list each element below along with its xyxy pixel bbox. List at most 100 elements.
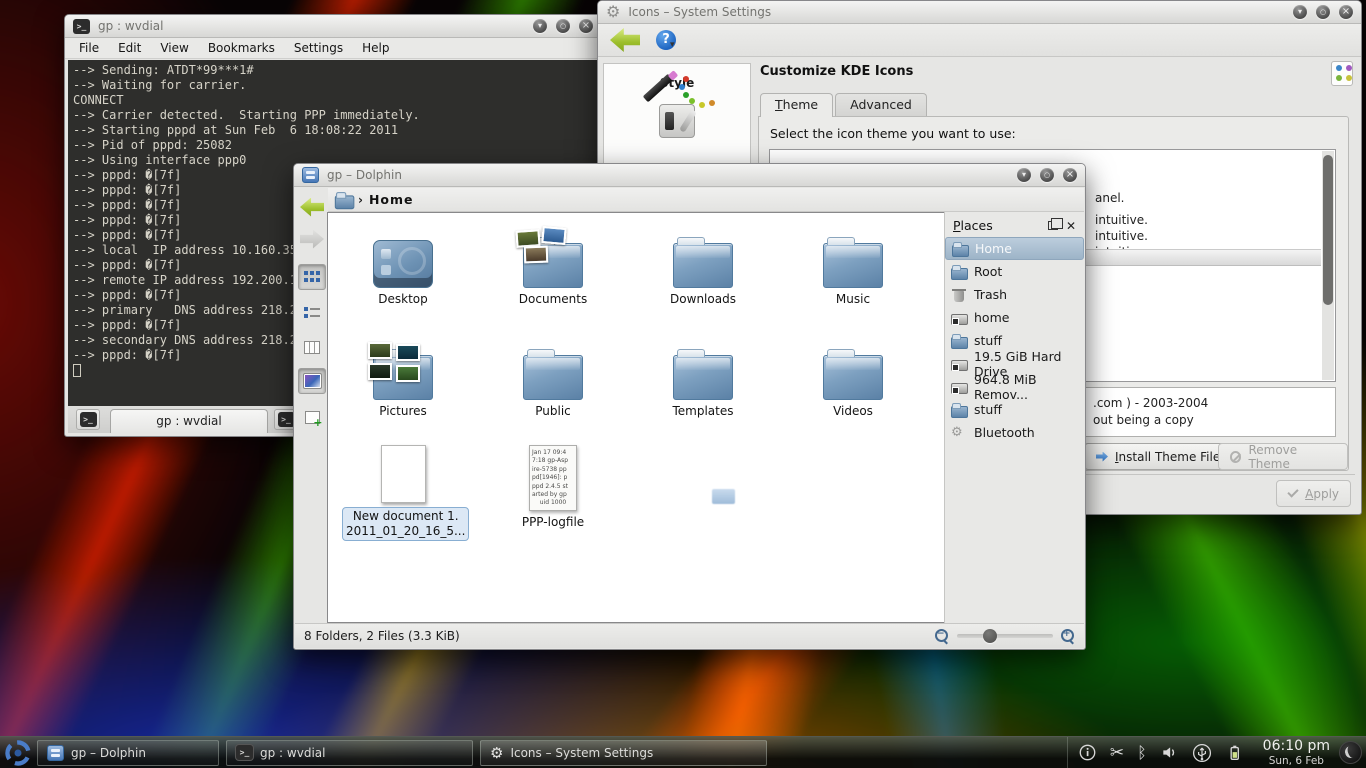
bluetooth-icon[interactable]: ᛒ xyxy=(1137,744,1147,762)
folder-view[interactable]: Desktop Documents Downloads Music xyxy=(327,212,945,623)
zoom-in-icon[interactable]: + xyxy=(1061,629,1075,643)
clock-date: Sun, 6 Feb xyxy=(1263,755,1330,767)
folder-item-music[interactable]: Music xyxy=(798,224,908,306)
folder-item-documents[interactable]: Documents xyxy=(498,224,608,306)
scrollbar[interactable] xyxy=(1322,151,1334,380)
battery-icon[interactable] xyxy=(1225,743,1244,762)
minimize-button[interactable] xyxy=(1017,168,1031,182)
konsole-icon: >_ xyxy=(236,745,253,760)
place-trash[interactable]: Trash xyxy=(945,283,1084,306)
close-button[interactable] xyxy=(1063,168,1077,182)
dolphin-title: gp – Dolphin xyxy=(327,168,402,182)
task-wvdial[interactable]: >_ gp : wvdial xyxy=(226,740,473,766)
terminal-tab[interactable]: gp : wvdial xyxy=(110,409,268,433)
breadcrumb-home[interactable]: Home xyxy=(369,192,414,207)
removable-drive-icon xyxy=(951,380,967,394)
menu-settings[interactable]: Settings xyxy=(294,41,343,55)
place-home-partition[interactable]: home xyxy=(945,306,1084,329)
close-button[interactable] xyxy=(1339,5,1353,19)
hardware-icon[interactable] xyxy=(659,104,695,138)
notifications-info-icon[interactable] xyxy=(1078,743,1097,762)
dolphin-statusbar: 8 Folders, 2 Files (3.3 KiB) − + xyxy=(295,623,1084,648)
system-settings-titlebar[interactable]: ⚙ Icons – System Settings xyxy=(598,1,1361,24)
tab-theme[interactable]: Theme xyxy=(760,93,833,117)
sidebar-item-style[interactable]: Style xyxy=(604,64,750,90)
folder-icon xyxy=(951,334,967,348)
minimize-button[interactable] xyxy=(1293,5,1307,19)
back-icon xyxy=(300,198,324,217)
close-panel-icon[interactable]: ✕ xyxy=(1066,221,1076,231)
dolphin-icon xyxy=(47,745,64,761)
usb-device-notifier-icon[interactable] xyxy=(1192,743,1212,763)
forward-button[interactable] xyxy=(298,226,326,252)
folder-item-videos[interactable]: Videos xyxy=(798,336,908,418)
place-removable[interactable]: 964.8 MiB Remov... xyxy=(945,375,1084,398)
maximize-button[interactable] xyxy=(1040,168,1054,182)
split-view-button[interactable] xyxy=(298,404,326,430)
menu-file[interactable]: File xyxy=(79,41,99,55)
preview-button[interactable] xyxy=(298,368,326,394)
tab-advanced[interactable]: Advanced xyxy=(835,93,927,116)
columns-view-button[interactable] xyxy=(298,334,326,360)
dot-icon xyxy=(1336,65,1342,71)
terminal-tab-icon: >_ xyxy=(80,412,97,427)
minimize-button[interactable] xyxy=(533,19,547,33)
task-dolphin[interactable]: gp – Dolphin xyxy=(37,740,219,766)
icons-view-icon xyxy=(304,271,320,283)
scrollbar-thumb[interactable] xyxy=(1323,155,1333,305)
folder-item-downloads[interactable]: Downloads xyxy=(648,224,758,306)
back-button[interactable] xyxy=(298,194,326,220)
trash-icon xyxy=(951,288,967,302)
dolphin-window: gp – Dolphin › Home Desktop xyxy=(293,163,1086,650)
folder-icon xyxy=(673,243,733,288)
volume-icon[interactable] xyxy=(1160,743,1179,762)
dot-icon xyxy=(1346,75,1352,81)
apply-button[interactable]: Apply xyxy=(1276,480,1351,507)
icon-preview-widget[interactable] xyxy=(1331,61,1353,86)
status-text: 8 Folders, 2 Files (3.3 KiB) xyxy=(304,629,460,643)
place-home[interactable]: Home xyxy=(945,237,1084,260)
home-folder-icon[interactable] xyxy=(335,191,353,207)
menu-edit[interactable]: Edit xyxy=(118,41,141,55)
breadcrumb: › Home xyxy=(328,188,1084,212)
home-icon xyxy=(952,242,968,256)
folder-item-desktop[interactable]: Desktop xyxy=(348,224,458,306)
folder-icon xyxy=(523,355,583,400)
system-settings-toolbar: ? ▾ xyxy=(598,24,1361,57)
breadcrumb-separator: › xyxy=(358,193,363,207)
menu-bookmarks[interactable]: Bookmarks xyxy=(208,41,275,55)
panel-toolbox-icon[interactable] xyxy=(1339,741,1362,764)
maximize-button[interactable] xyxy=(1316,5,1330,19)
place-bluetooth[interactable]: ⚙ Bluetooth xyxy=(945,421,1084,444)
zoom-out-icon[interactable]: − xyxy=(935,629,949,643)
place-root[interactable]: Root xyxy=(945,260,1084,283)
desktop-folder-icon xyxy=(373,240,433,288)
menu-view[interactable]: View xyxy=(160,41,188,55)
system-settings-title: Icons – System Settings xyxy=(628,5,771,19)
icons-view-button[interactable] xyxy=(298,264,326,290)
float-panel-icon[interactable] xyxy=(1048,221,1058,230)
help-button[interactable]: ? ▾ xyxy=(656,30,675,50)
back-icon[interactable] xyxy=(610,28,640,52)
maximize-button[interactable] xyxy=(556,19,570,33)
file-item-ppp-logfile[interactable]: Jan 17 09:4 7:18 gp-Asp ire-5738 pp pd[1… xyxy=(498,439,608,529)
folder-item-pictures[interactable]: Pictures xyxy=(348,336,458,418)
zoom-slider[interactable] xyxy=(957,634,1053,638)
folder-item-public[interactable]: Public xyxy=(498,336,608,418)
folder-icon xyxy=(823,243,883,288)
remove-theme-button[interactable]: Remove Theme xyxy=(1218,443,1348,470)
clipboard-scissors-icon[interactable]: ✂ xyxy=(1110,744,1124,762)
dolphin-titlebar[interactable]: gp – Dolphin xyxy=(294,164,1085,187)
terminal-titlebar[interactable]: >_ gp : wvdial xyxy=(65,15,601,38)
zoom-slider-knob[interactable] xyxy=(983,629,997,643)
menu-help[interactable]: Help xyxy=(362,41,389,55)
details-view-button[interactable] xyxy=(298,300,326,326)
terminal-cursor xyxy=(73,364,81,377)
file-item-new-document[interactable]: New document 1. 2011_01_20_16_5... xyxy=(342,439,464,541)
new-tab-button[interactable]: >_ xyxy=(76,409,100,430)
task-system-settings[interactable]: ⚙ Icons – System Settings xyxy=(480,740,767,766)
folder-item-templates[interactable]: Templates xyxy=(648,336,758,418)
clock[interactable]: 06:10 pm Sun, 6 Feb xyxy=(1263,738,1330,766)
close-button[interactable] xyxy=(579,19,593,33)
launcher-logo-icon[interactable] xyxy=(4,739,32,767)
